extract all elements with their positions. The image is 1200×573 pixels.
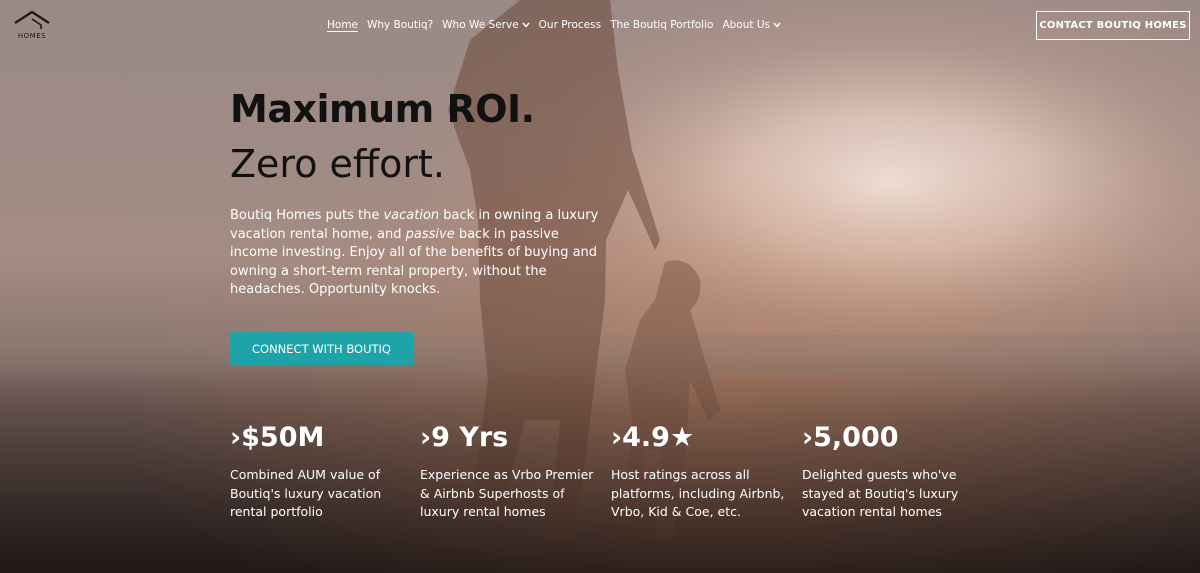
stat-value: ›4.9★ (611, 422, 695, 453)
nav-item-label: Our Process (538, 19, 602, 31)
hero-background-image (0, 0, 1200, 573)
intro-emphasis: vacation (383, 208, 440, 223)
intro-text: Boutiq Homes puts the (230, 208, 384, 223)
nav-item-about-us[interactable]: About Us (722, 17, 781, 33)
chevron-down-icon (773, 22, 781, 28)
headline-bold: Maximum ROI. (230, 87, 535, 131)
main-nav: Home Why Boutiq? Who We Serve Our Proces… (327, 17, 781, 33)
nav-item-why-boutiq[interactable]: Why Boutiq? (367, 17, 433, 33)
stat-description: Combined AUM value of Boutiq's luxury va… (230, 467, 382, 519)
nav-item-label: The Boutiq Portfolio (610, 19, 714, 31)
chevron-down-icon (522, 22, 530, 28)
stat-rating: ›4.9★ Host ratings across all platforms,… (611, 420, 791, 522)
connect-button[interactable]: CONNECT WITH BOUTIQ (230, 332, 413, 365)
contact-button[interactable]: CONTACT BOUTIQ HOMES (1036, 11, 1190, 40)
house-logo-icon (14, 10, 50, 29)
stat-value: ›5,000 (802, 422, 899, 453)
nav-item-home[interactable]: Home (327, 17, 358, 33)
stat-value: ›9 Yrs (420, 422, 509, 453)
stat-description: Delighted guests who've stayed at Boutiq… (802, 467, 959, 519)
nav-item-our-process[interactable]: Our Process (539, 17, 601, 33)
hero-section: HOMES Home Why Boutiq? Who We Serve Our … (0, 0, 1200, 573)
intro-emphasis: passive (405, 226, 455, 242)
nav-item-label: About Us (722, 19, 770, 31)
nav-item-who-we-serve[interactable]: Who We Serve (442, 17, 530, 33)
stat-years: ›9 Yrs Experience as Vrbo Premier & Airb… (420, 420, 600, 522)
nav-item-label: Who We Serve (442, 19, 519, 31)
stat-guests: ›5,000 Delighted guests who've stayed at… (802, 420, 982, 522)
logo[interactable]: HOMES (12, 9, 54, 43)
stat-description: Host ratings across all platforms, inclu… (611, 467, 785, 519)
nav-item-label: Why Boutiq? (367, 19, 434, 31)
nav-item-label: Home (327, 19, 359, 31)
stat-description: Experience as Vrbo Premier & Airbnb Supe… (420, 467, 594, 519)
intro-paragraph: Boutiq Homes puts the vacation back in o… (230, 207, 600, 300)
headline-light: Zero effort. (230, 142, 445, 186)
nav-item-portfolio[interactable]: The Boutiq Portfolio (610, 17, 713, 33)
stat-aum: ›$50M Combined AUM value of Boutiq's lux… (230, 420, 410, 522)
logo-text: HOMES (17, 32, 47, 40)
stat-value: ›$50M (230, 422, 325, 453)
